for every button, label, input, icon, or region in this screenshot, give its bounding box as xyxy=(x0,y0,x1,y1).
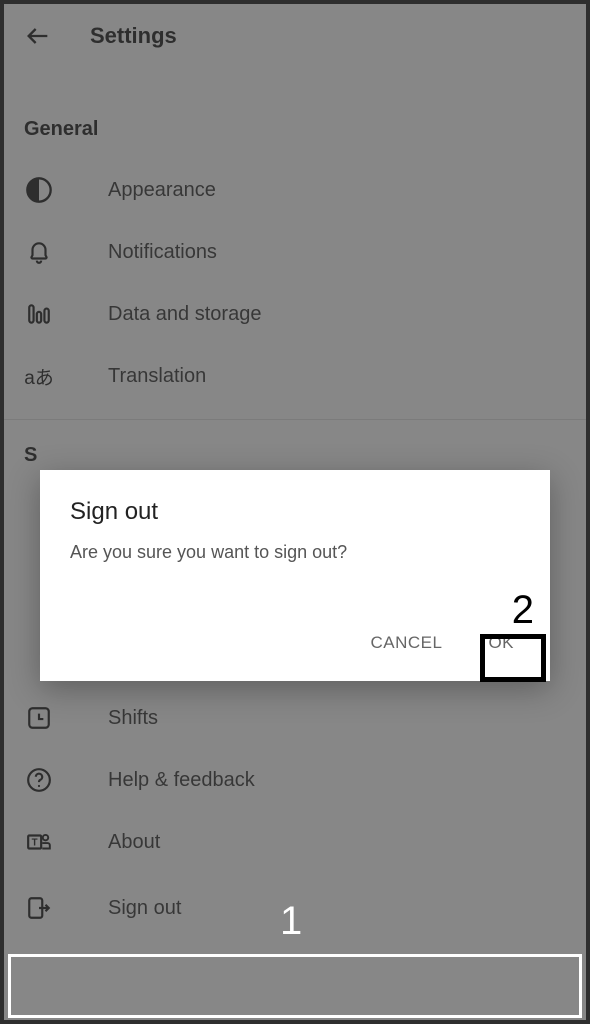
dialog-actions: CANCEL OK xyxy=(70,623,520,663)
signout-dialog: Sign out Are you sure you want to sign o… xyxy=(40,470,550,681)
ok-button[interactable]: OK xyxy=(482,623,520,663)
dialog-message: Are you sure you want to sign out? xyxy=(70,542,520,563)
dialog-title: Sign out xyxy=(70,498,520,526)
cancel-button[interactable]: CANCEL xyxy=(364,623,448,663)
